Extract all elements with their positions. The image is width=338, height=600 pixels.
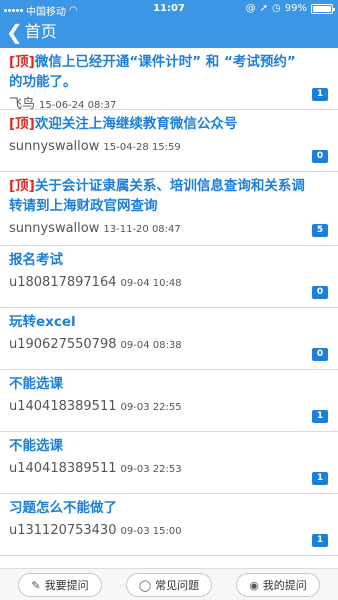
topic-date: 09-04 08:38 — [120, 340, 182, 351]
reply-count-badge: 1 — [312, 88, 328, 101]
pinned-tag: [顶] — [9, 178, 35, 194]
topic-title: [顶]微信上已经开通“课件计时” 和 “考试预约” 的功能了。 — [9, 52, 306, 92]
alarm-icon: ◷ — [272, 3, 281, 14]
topic-date: 13-11-20 08:47 — [103, 224, 181, 235]
topic-list: [顶]微信上已经开通“课件计时” 和 “考试预约” 的功能了。 飞鸟 15-06-2… — [0, 48, 338, 568]
topic-date: 09-04 10:48 — [120, 278, 182, 289]
topic-title: [顶]欢迎关注上海继续教育微信公众号 — [9, 114, 306, 134]
battery-fill — [313, 5, 331, 12]
topic-date: 09-03 22:53 — [120, 464, 182, 475]
topic-row[interactable]: 不能选课 u140418389511 09-03 22:55 1 — [0, 370, 338, 432]
topic-title: 习题怎么不能做了 — [9, 498, 306, 518]
faq-button[interactable]: ◯ 常见问题 — [126, 573, 212, 597]
reply-count-badge: 1 — [312, 472, 328, 485]
topic-meta: sunnyswallow 15-04-28 15:59 — [9, 138, 306, 157]
reply-count-badge: 0 — [312, 348, 328, 361]
topic-title-text: 习题怎么不能做了 — [9, 500, 117, 516]
status-right: @ ➚ ◷ 99% — [245, 3, 335, 14]
topic-author: u140418389511 — [9, 399, 117, 414]
reply-count-badge: 1 — [312, 534, 328, 547]
ask-question-label: 我要提问 — [44, 579, 89, 592]
edit-icon: ✎ — [31, 578, 41, 592]
reply-count-badge: 1 — [312, 410, 328, 423]
topic-row[interactable]: 习题怎么不能做了 u131120753430 09-03 15:00 1 — [0, 494, 338, 556]
topic-row[interactable]: [顶]欢迎关注上海继续教育微信公众号 sunnyswallow 15-04-28 1… — [0, 110, 338, 172]
topic-author: u180817897164 — [9, 275, 117, 290]
topic-date: 09-03 22:55 — [120, 402, 182, 413]
topic-title: 不能选课 — [9, 436, 306, 456]
topic-meta: sunnyswallow 13-11-20 08:47 — [9, 220, 306, 239]
topic-author: u190627550798 — [9, 337, 117, 352]
reply-count-badge: 0 — [312, 286, 328, 299]
topic-title: 玩转excel — [9, 312, 306, 332]
faq-label: 常见问题 — [155, 579, 200, 592]
topic-meta: u140418389511 09-03 22:53 — [9, 460, 306, 479]
chevron-left-icon: ❮ — [6, 20, 23, 44]
topic-row[interactable]: 报名考试 u180817897164 09-04 10:48 0 — [0, 246, 338, 308]
topic-author: sunnyswallow — [9, 221, 100, 236]
rotation-lock-icon: @ — [245, 3, 256, 14]
topic-title-text: 不能选课 — [9, 376, 63, 392]
topic-title: 不能选课 — [9, 374, 306, 394]
battery-icon — [311, 3, 335, 14]
topic-meta: u180817897164 09-04 10:48 — [9, 274, 306, 293]
topic-date: 15-04-28 15:59 — [103, 142, 181, 153]
topic-author: u131120753430 — [9, 523, 117, 538]
topic-title: [顶]关于会计证隶属关系、培训信息查询和关系调转请到上海财政官网查询 — [9, 176, 306, 216]
pinned-tag: [顶] — [9, 54, 35, 70]
user-icon: ◉ — [249, 578, 259, 592]
topic-row[interactable]: 不能选课 u140418389511 09-03 22:53 1 — [0, 432, 338, 494]
my-questions-label: 我的提问 — [262, 579, 307, 592]
topic-title-text: 玩转excel — [9, 314, 76, 330]
topic-author: sunnyswallow — [9, 139, 100, 154]
topic-meta: u140418389511 09-03 22:55 — [9, 398, 306, 417]
topic-row[interactable]: [顶]微信上已经开通“课件计时” 和 “考试预约” 的功能了。 飞鸟 15-06-2… — [0, 48, 338, 112]
nav-bar: ❮ 首页 — [0, 18, 338, 48]
nav-title: 首页 — [24, 22, 57, 41]
topic-title-text: 报名考试 — [9, 252, 63, 268]
battery-percent: 99% — [284, 3, 307, 14]
topic-author: u140418389511 — [9, 461, 117, 476]
ask-question-button[interactable]: ✎ 我要提问 — [18, 573, 102, 597]
topic-title-text: 关于会计证隶属关系、培训信息查询和关系调转请到上海财政官网查询 — [9, 178, 305, 214]
status-bar: 中国移动 ◠ 11:07 @ ➚ ◷ 99% — [0, 0, 338, 18]
topic-title-text: 不能选课 — [9, 438, 63, 454]
topic-row[interactable]: [顶]关于会计证隶属关系、培训信息查询和关系调转请到上海财政官网查询 sunnys… — [0, 172, 338, 246]
pinned-tag: [顶] — [9, 116, 35, 132]
topic-title: 报名考试 — [9, 250, 306, 270]
bottom-bar: ✎ 我要提问 ◯ 常见问题 ◉ 我的提问 — [0, 568, 338, 600]
reply-count-badge: 0 — [312, 150, 328, 163]
my-questions-button[interactable]: ◉ 我的提问 — [236, 573, 320, 597]
topic-row[interactable]: 玩转excel u190627550798 09-04 08:38 0 — [0, 308, 338, 370]
topic-date: 09-03 15:00 — [120, 526, 182, 537]
reply-count-badge: 5 — [312, 224, 328, 237]
back-button[interactable]: ❮ 首页 — [6, 21, 57, 43]
topic-title-text: 微信上已经开通“课件计时” 和 “考试预约” 的功能了。 — [9, 54, 296, 90]
topic-meta: u131120753430 09-03 15:00 — [9, 522, 306, 541]
topic-title-text: 欢迎关注上海继续教育微信公众号 — [34, 116, 238, 132]
location-icon: ➚ — [259, 3, 269, 14]
topic-meta: u190627550798 09-04 08:38 — [9, 336, 306, 355]
chat-bubble-icon: ◯ — [138, 578, 152, 592]
